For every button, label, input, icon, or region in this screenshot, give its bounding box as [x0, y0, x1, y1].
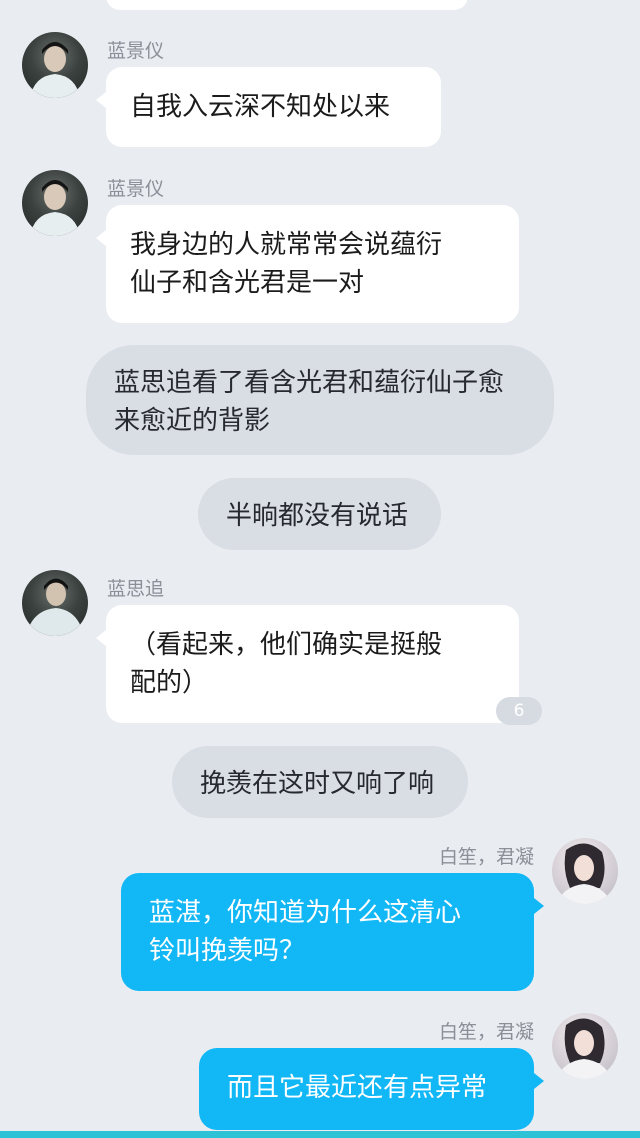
- narration-bubble: 半晌都没有说话: [198, 478, 441, 550]
- message-text-line: 我身边的人就常常会说蕴衍: [130, 230, 443, 260]
- message-bubble[interactable]: 自我入云深不知处以来: [106, 67, 441, 147]
- message-bubble[interactable]: 我身边的人就常常会说蕴衍 仙子和含光君是一对: [106, 205, 519, 323]
- bottom-bar: [0, 1131, 640, 1138]
- sender-name: 蓝景仪: [107, 40, 165, 62]
- message-text-line: 铃叫挽羡吗？: [149, 936, 306, 966]
- narration-bubble: 挽羡在这时又响了响: [172, 746, 468, 818]
- message-text-line: 配的）: [130, 668, 209, 698]
- message-bubble[interactable]: 蓝湛，你知道为什么这清心 铃叫挽羡吗？: [121, 873, 534, 991]
- bubble-tail: [96, 230, 106, 246]
- sender-name: 白笙，君凝: [438, 846, 534, 868]
- message-bubble[interactable]: （看起来，他们确实是挺般 配的）: [106, 605, 519, 723]
- self-avatar[interactable]: [552, 838, 618, 904]
- message-text-line: 蓝湛，你知道为什么这清心: [149, 898, 462, 928]
- narration-text-line: 来愈近的背影: [114, 406, 271, 436]
- avatar[interactable]: [22, 32, 88, 98]
- self-avatar[interactable]: [552, 1013, 618, 1079]
- bubble-tail: [96, 92, 106, 108]
- unread-count-badge: 6: [496, 697, 542, 725]
- bubble-tail: [534, 1073, 544, 1089]
- sender-name: 白笙，君凝: [438, 1021, 534, 1043]
- previous-message-bubble: [106, 0, 468, 10]
- narration-text-line: 挽羡在这时又响了响: [200, 769, 435, 799]
- chat-view: 蓝景仪 自我入云深不知处以来 蓝景仪 我身边的人就常常会说蕴衍 仙子和含光君是一…: [0, 0, 640, 1138]
- message-bubble[interactable]: 而且它最近还有点异常: [199, 1048, 534, 1130]
- avatar[interactable]: [22, 570, 88, 636]
- bubble-tail: [534, 898, 544, 914]
- message-text-line: 仙子和含光君是一对: [130, 268, 365, 298]
- message-text-line: 而且它最近还有点异常: [227, 1073, 488, 1103]
- message-text: 自我入云深不知处以来: [130, 92, 391, 122]
- narration-text-line: 蓝思追看了看含光君和蕴衍仙子愈: [114, 368, 505, 398]
- sender-name: 蓝景仪: [107, 178, 165, 200]
- narration-bubble: 蓝思追看了看含光君和蕴衍仙子愈 来愈近的背影: [86, 345, 554, 455]
- bubble-tail: [96, 630, 106, 646]
- sender-name: 蓝思追: [107, 578, 165, 600]
- avatar[interactable]: [22, 170, 88, 236]
- message-text-line: （看起来，他们确实是挺般: [130, 630, 443, 660]
- narration-text-line: 半晌都没有说话: [226, 501, 409, 531]
